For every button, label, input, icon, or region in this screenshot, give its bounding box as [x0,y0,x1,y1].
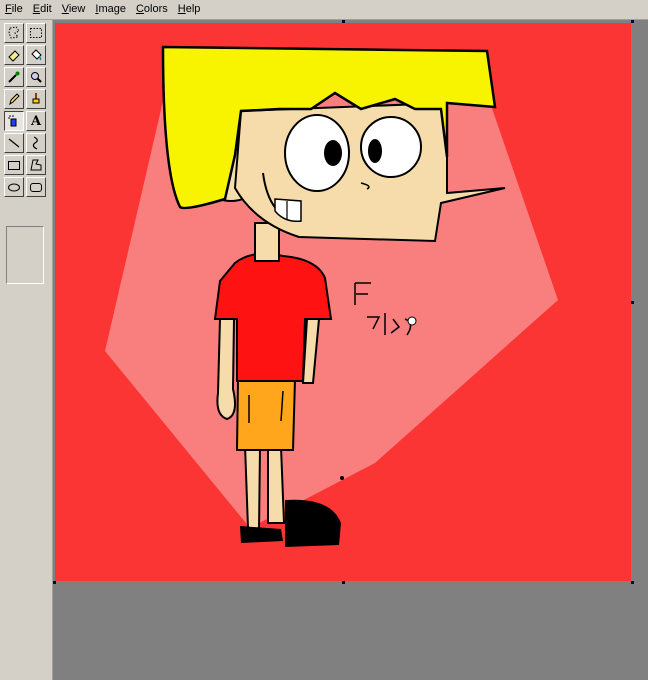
rectangle-tool[interactable] [4,155,24,175]
canvas-area[interactable] [53,20,648,680]
color-picker-tool[interactable] [4,67,24,87]
stray-dot [340,476,344,480]
resize-handle-bottom-mid[interactable] [342,581,345,584]
right-leg [267,446,286,524]
line-tool[interactable] [4,133,24,153]
magnifier-icon [31,72,42,83]
free-select-tool[interactable] [4,23,24,43]
rect-select-tool[interactable] [26,23,46,43]
menu-colors[interactable]: Colors [131,0,173,19]
rounded-rect-tool[interactable] [26,177,46,197]
drawing-canvas[interactable] [55,23,631,581]
polygon-tool[interactable] [26,155,46,175]
resize-handle-mid-right[interactable] [631,301,634,304]
tool-options-box[interactable] [6,226,44,284]
menu-file[interactable]: File [0,0,28,19]
free-form-select-icon [8,26,20,39]
pencil-icon [9,93,20,106]
rounded-rectangle-icon [30,183,42,192]
brush-icon [32,93,40,104]
pencil-tool[interactable] [4,89,24,109]
left-arm [216,318,236,421]
airbrush-icon [8,115,17,127]
line-icon [8,138,20,148]
resize-handle-bottom-right[interactable] [631,581,634,584]
airbrush-tool[interactable] [4,111,24,131]
tool-grid: A [3,22,47,198]
eyedropper-icon [8,71,20,83]
resize-handle-top-right[interactable] [631,20,634,23]
left-shoe [240,526,283,543]
rectangle-icon [8,161,20,170]
text-icon: A [30,113,42,129]
text-tool[interactable]: A [26,111,46,131]
right-shoe [285,499,341,547]
left-leg [243,443,262,533]
brush-tool[interactable] [26,89,46,109]
ellipse-tool[interactable] [4,177,24,197]
polygon-icon [30,159,42,171]
resize-handle-top-mid[interactable] [342,20,345,23]
menu-help[interactable]: Help [173,0,206,19]
rect-select-icon [30,28,42,38]
paint-bucket-icon [31,49,42,61]
curve-icon [32,136,38,150]
drawing-artwork [105,45,558,547]
menu-image[interactable]: Image [90,0,131,19]
fill-tool[interactable] [26,45,46,65]
shorts [235,378,297,451]
neck [254,222,280,262]
eraser-icon [8,50,20,62]
ellipse-icon [8,183,20,192]
magnifier-tool[interactable] [26,67,46,87]
menu-bar: File Edit View Image Colors Help [0,0,648,20]
menu-edit[interactable]: Edit [28,0,57,19]
toolbox: A [0,20,53,680]
left-pupil [324,140,342,166]
eraser-tool[interactable] [4,45,24,65]
curve-tool[interactable] [26,133,46,153]
resize-handle-bottom-left[interactable] [53,581,56,584]
menu-view[interactable]: View [57,0,91,19]
right-pupil [368,139,382,163]
